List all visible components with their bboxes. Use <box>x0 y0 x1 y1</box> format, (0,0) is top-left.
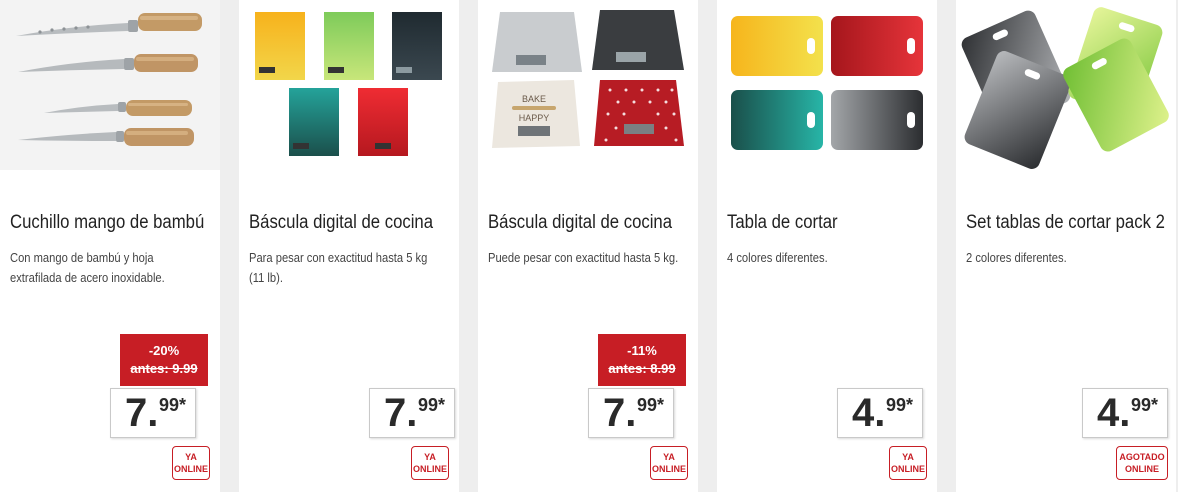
discount-badge: -11% antes: 8.99 <box>598 334 686 386</box>
price-decimal: 99* <box>1131 395 1159 415</box>
product-card[interactable]: BAKE HAPPY Báscula digital de cocina Pue… <box>478 0 698 492</box>
online-availability-badge[interactable]: YA ONLINE <box>650 446 688 480</box>
online-availability-badge[interactable]: YA ONLINE <box>889 446 927 480</box>
availability-line1: YA <box>185 452 197 462</box>
product-card[interactable]: Tabla de cortar 4 colores diferentes. 4.… <box>717 0 937 492</box>
availability-line2: ONLINE <box>651 464 686 474</box>
product-card[interactable]: Cuchillo mango de bambú Con mango de bam… <box>0 0 220 492</box>
price-integer: 7. <box>384 391 418 435</box>
availability-line1: YA <box>663 452 675 462</box>
price-integer: 4. <box>852 391 886 435</box>
availability-line2: ONLINE <box>890 464 925 474</box>
svg-text:BAKE: BAKE <box>522 94 546 104</box>
kitchen-scales-image[interactable]: BAKE HAPPY <box>478 0 698 170</box>
kitchen-scales-image[interactable] <box>239 0 459 170</box>
discount-percent: -11% <box>627 343 657 358</box>
product-description: 4 colores diferentes. <box>727 250 828 265</box>
price-decimal: 99* <box>637 395 665 415</box>
price-box: 7. 99* <box>588 388 674 438</box>
old-price: antes: 9.99 <box>130 361 198 376</box>
price-integer: 4. <box>1097 391 1131 435</box>
product-title[interactable]: Tabla de cortar <box>727 212 914 234</box>
price-box: 7. 99* <box>369 388 455 438</box>
discount-badge: -20% antes: 9.99 <box>120 334 208 386</box>
discount-percent: -20% <box>148 343 180 358</box>
price-decimal: 99* <box>886 395 914 415</box>
availability-line1: AGOTADO <box>1119 452 1165 462</box>
price-decimal: 99* <box>159 395 187 415</box>
product-description: 2 colores diferentes. <box>966 250 1067 265</box>
price-decimal: 99* <box>418 395 446 415</box>
product-card[interactable]: Báscula digital de cocina Para pesar con… <box>239 0 459 492</box>
price-box: 4. 99* <box>837 388 923 438</box>
product-description: Con mango de bambú y hoja extrafilada de… <box>10 250 165 285</box>
online-availability-badge[interactable]: YA ONLINE <box>172 446 210 480</box>
price-integer: 7. <box>125 391 159 435</box>
online-availability-badge[interactable]: YA ONLINE <box>411 446 449 480</box>
availability-line2: ONLINE <box>412 464 447 474</box>
knives-image[interactable] <box>0 0 220 170</box>
price-box: 4. 99* <box>1082 388 1168 438</box>
sold-out-badge[interactable]: AGOTADO ONLINE <box>1116 446 1168 480</box>
price-box: 7. 99* <box>110 388 196 438</box>
product-title[interactable]: Báscula digital de cocina <box>249 212 436 234</box>
availability-line1: YA <box>902 452 914 462</box>
product-title[interactable]: Cuchillo mango de bambú <box>10 212 204 234</box>
cutting-boards-pack-image[interactable] <box>956 0 1176 170</box>
availability-line2: ONLINE <box>173 464 208 474</box>
product-title[interactable]: Báscula digital de cocina <box>488 212 675 234</box>
old-price: antes: 8.99 <box>608 361 676 376</box>
cutting-boards-image[interactable] <box>717 0 937 170</box>
product-card[interactable]: Set tablas de cortar pack 2 2 colores di… <box>956 0 1176 492</box>
price-integer: 7. <box>603 391 637 435</box>
product-description: Puede pesar con exactitud hasta 5 kg. <box>488 250 679 265</box>
availability-line1: YA <box>424 452 436 462</box>
availability-line2: ONLINE <box>1124 464 1159 474</box>
product-description: Para pesar con exactitud hasta 5 kg (11 … <box>249 250 428 285</box>
product-title[interactable]: Set tablas de cortar pack 2 <box>966 212 1165 234</box>
svg-text:HAPPY: HAPPY <box>519 113 550 123</box>
